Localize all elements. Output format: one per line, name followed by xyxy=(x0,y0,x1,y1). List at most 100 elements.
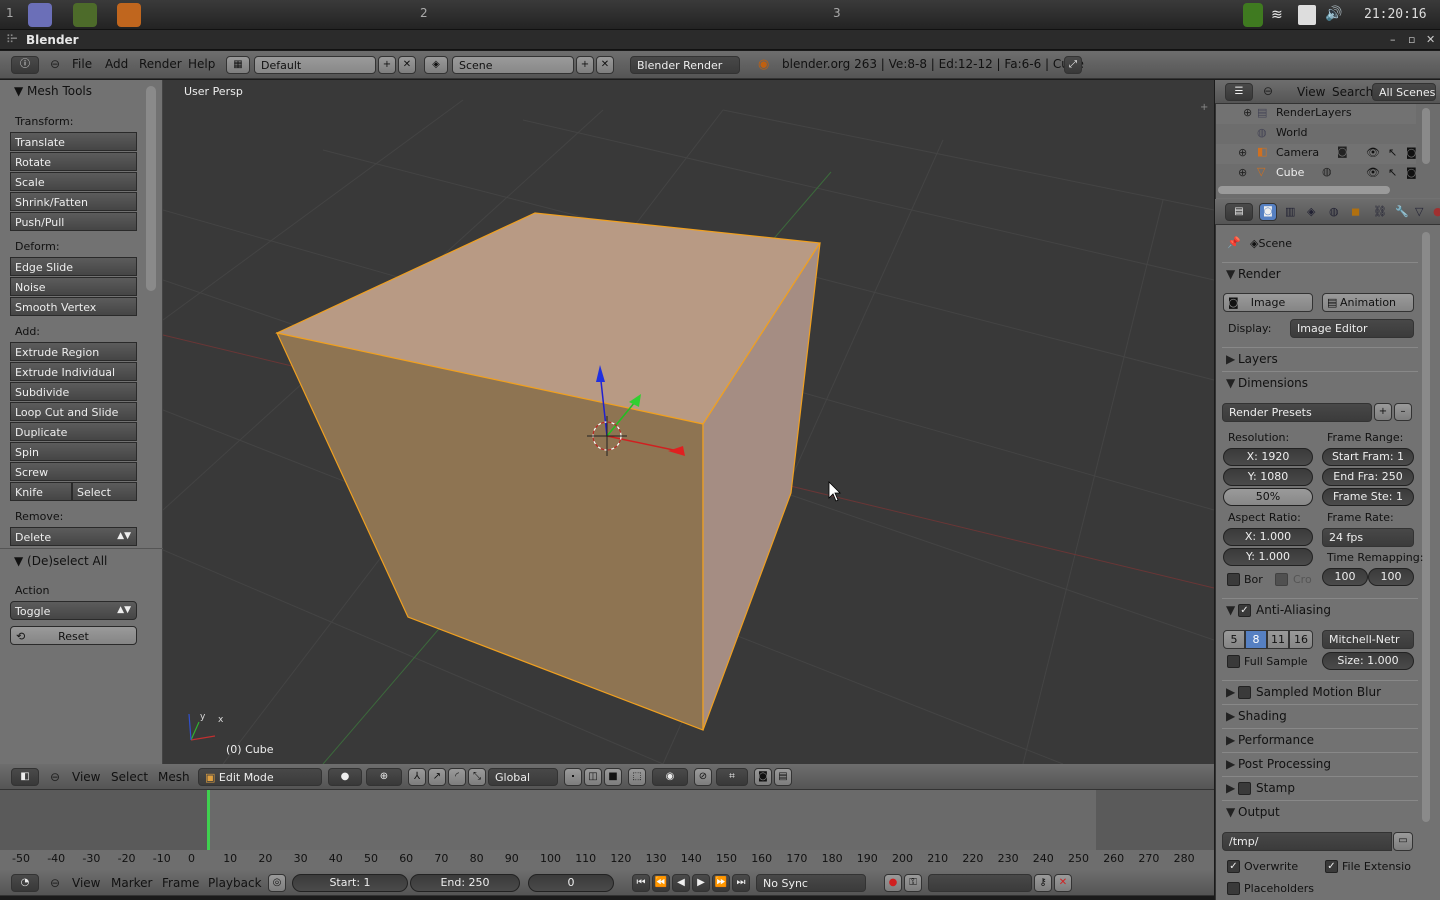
outliner-item-renderlayers[interactable]: RenderLayers xyxy=(1276,106,1352,119)
loop-cut-button[interactable]: Loop Cut and Slide xyxy=(10,402,137,421)
outliner-view-menu[interactable]: View xyxy=(1297,85,1325,99)
constraints-tab-icon[interactable]: ⛓ xyxy=(1373,205,1387,218)
motion-blur-checkbox[interactable] xyxy=(1238,686,1251,699)
translate-button[interactable]: Translate xyxy=(10,132,137,151)
proportional-edit-icon[interactable]: ◉ xyxy=(652,768,688,786)
reset-button[interactable]: ⟲ Reset xyxy=(10,626,137,645)
next-key-icon[interactable]: ⏩ xyxy=(712,874,730,892)
shading-panel-header[interactable]: ▶ Shading xyxy=(1222,704,1418,726)
insert-key-icon[interactable]: ⚷ xyxy=(1034,874,1052,892)
render-engine-select[interactable]: Blender Render xyxy=(630,56,740,74)
properties-scrollbar[interactable] xyxy=(1422,232,1430,822)
dimensions-panel-header[interactable]: ▼ Dimensions xyxy=(1222,371,1418,393)
layout-icon[interactable]: ▦ xyxy=(226,56,250,74)
layout-field[interactable]: Default xyxy=(254,56,376,74)
start-frame-field[interactable]: Start: 1 xyxy=(292,874,408,892)
aa-samples-8[interactable]: 8 xyxy=(1245,630,1267,649)
resolution-percent-field[interactable]: 50% xyxy=(1223,488,1313,506)
pin-icon[interactable]: 📌 xyxy=(1227,236,1241,249)
menu-playback[interactable]: Playback xyxy=(208,876,262,890)
delete-key-icon[interactable]: ✕ xyxy=(1054,874,1072,892)
output-panel-header[interactable]: ▼ Output xyxy=(1222,800,1418,822)
menu-view[interactable]: View xyxy=(72,876,100,890)
screw-button[interactable]: Screw xyxy=(10,462,137,481)
outliner-item-world[interactable]: World xyxy=(1276,126,1308,139)
stamp-panel-header[interactable]: ▶ Stamp xyxy=(1222,776,1418,798)
menu-view[interactable]: View xyxy=(72,770,100,784)
renderable-icon[interactable]: ◙ xyxy=(1406,166,1417,179)
menu-marker[interactable]: Marker xyxy=(111,876,152,890)
scene-add-icon[interactable]: + xyxy=(576,56,594,74)
edge-select-icon[interactable]: ◫ xyxy=(584,768,602,786)
expand-icon[interactable]: ⊕ xyxy=(1238,146,1247,159)
duplicate-button[interactable]: Duplicate xyxy=(10,422,137,441)
face-select-icon[interactable]: ■ xyxy=(604,768,622,786)
prev-key-icon[interactable]: ⏪ xyxy=(652,874,670,892)
subdivide-button[interactable]: Subdivide xyxy=(10,382,137,401)
sync-select[interactable]: No Sync xyxy=(756,874,866,892)
remap-old-field[interactable]: 100 xyxy=(1322,568,1368,586)
maximize-icon[interactable]: ▫ xyxy=(1408,33,1415,46)
workspace-2[interactable]: 2 xyxy=(420,6,428,20)
outliner-filter-select[interactable]: All Scenes xyxy=(1372,83,1436,101)
menu-mesh[interactable]: Mesh xyxy=(158,770,190,784)
spin-button[interactable]: Spin xyxy=(10,442,137,461)
aa-size-field[interactable]: Size: 1.000 xyxy=(1322,652,1414,670)
delete-select[interactable]: Delete ▲▼ xyxy=(10,527,137,546)
remap-new-field[interactable]: 100 xyxy=(1368,568,1414,586)
resolution-x-field[interactable]: X: 1920 xyxy=(1223,448,1313,466)
renderable-icon[interactable]: ◙ xyxy=(1406,146,1417,159)
material-tab-icon[interactable]: ● xyxy=(1433,205,1440,218)
layers-panel-header[interactable]: ▶ Layers xyxy=(1222,347,1418,369)
3d-viewport[interactable]: User Persp x y (0) Cube + xyxy=(163,80,1214,764)
window-menu-icon[interactable]: – xyxy=(12,31,18,44)
outliner-search-menu[interactable]: Search xyxy=(1332,85,1373,99)
current-frame-marker[interactable] xyxy=(207,790,210,852)
collapse-icon[interactable]: ⊖ xyxy=(50,876,60,890)
outliner-h-scrollbar[interactable] xyxy=(1218,186,1390,194)
outliner-v-scrollbar[interactable] xyxy=(1422,108,1430,164)
jump-start-icon[interactable]: ⏮ xyxy=(632,874,650,892)
extrude-individual-button[interactable]: Extrude Individual xyxy=(10,362,137,381)
scale-manip-icon[interactable]: ⤡ xyxy=(468,768,486,786)
editor-type-outliner-icon[interactable]: ☰ xyxy=(1225,83,1253,101)
display-select[interactable]: Image Editor xyxy=(1290,319,1414,338)
anti-aliasing-panel-header[interactable]: ▼ ✓ Anti-Aliasing xyxy=(1222,598,1418,620)
fullscreen-icon[interactable]: ⤢ xyxy=(1064,56,1082,74)
preset-add-icon[interactable]: + xyxy=(1374,403,1392,421)
scene-tab-icon[interactable]: ◈ xyxy=(1307,205,1315,218)
aspect-y-field[interactable]: Y: 1.000 xyxy=(1223,548,1313,566)
play-icon[interactable]: ▶ xyxy=(692,874,710,892)
translate-manip-icon[interactable]: ↗ xyxy=(428,768,446,786)
frame-step-field[interactable]: Frame Ste: 1 xyxy=(1322,488,1414,506)
occlude-icon[interactable]: ⬚ xyxy=(628,768,646,786)
viewport-corner-icon[interactable]: + xyxy=(1200,102,1208,113)
crop-checkbox[interactable] xyxy=(1275,573,1288,586)
render-anim-icon[interactable]: ▤ xyxy=(774,768,792,786)
motion-blur-panel-header[interactable]: ▶ Sampled Motion Blur xyxy=(1222,680,1418,702)
data-tab-icon[interactable]: ▽ xyxy=(1415,205,1423,218)
world-tab-icon[interactable]: ◍ xyxy=(1329,205,1339,218)
scene-icon[interactable]: ◈ xyxy=(424,56,448,74)
editor-type-properties-icon[interactable]: ▤ xyxy=(1225,203,1253,221)
snap-toggle-icon[interactable]: ⊘ xyxy=(694,768,712,786)
editor-type-info-icon[interactable]: ⓘ xyxy=(11,56,39,74)
scene-remove-icon[interactable]: ✕ xyxy=(596,56,614,74)
collapse-icon[interactable]: ⊖ xyxy=(50,770,60,784)
post-processing-panel-header[interactable]: ▶ Post Processing xyxy=(1222,752,1418,774)
clipboard-icon[interactable] xyxy=(1298,5,1316,25)
aa-samples-16[interactable]: 16 xyxy=(1289,630,1313,649)
editor-type-timeline-icon[interactable]: ◔ xyxy=(11,874,39,892)
menu-render[interactable]: Render xyxy=(139,57,182,71)
preset-remove-icon[interactable]: – xyxy=(1394,403,1412,421)
workspace-1[interactable]: 1 xyxy=(6,6,14,20)
selectable-icon[interactable]: ↖ xyxy=(1388,146,1397,159)
keying-set-field[interactable] xyxy=(928,874,1032,892)
modifiers-tab-icon[interactable]: 🔧 xyxy=(1395,205,1409,218)
play-reverse-icon[interactable]: ◀ xyxy=(672,874,690,892)
run-icon[interactable] xyxy=(73,3,97,27)
aa-samples-11[interactable]: 11 xyxy=(1267,630,1289,649)
record-icon[interactable]: ● xyxy=(884,874,902,892)
knife-button[interactable]: Knife xyxy=(10,482,72,501)
shading-select-icon[interactable]: ● xyxy=(328,768,362,786)
